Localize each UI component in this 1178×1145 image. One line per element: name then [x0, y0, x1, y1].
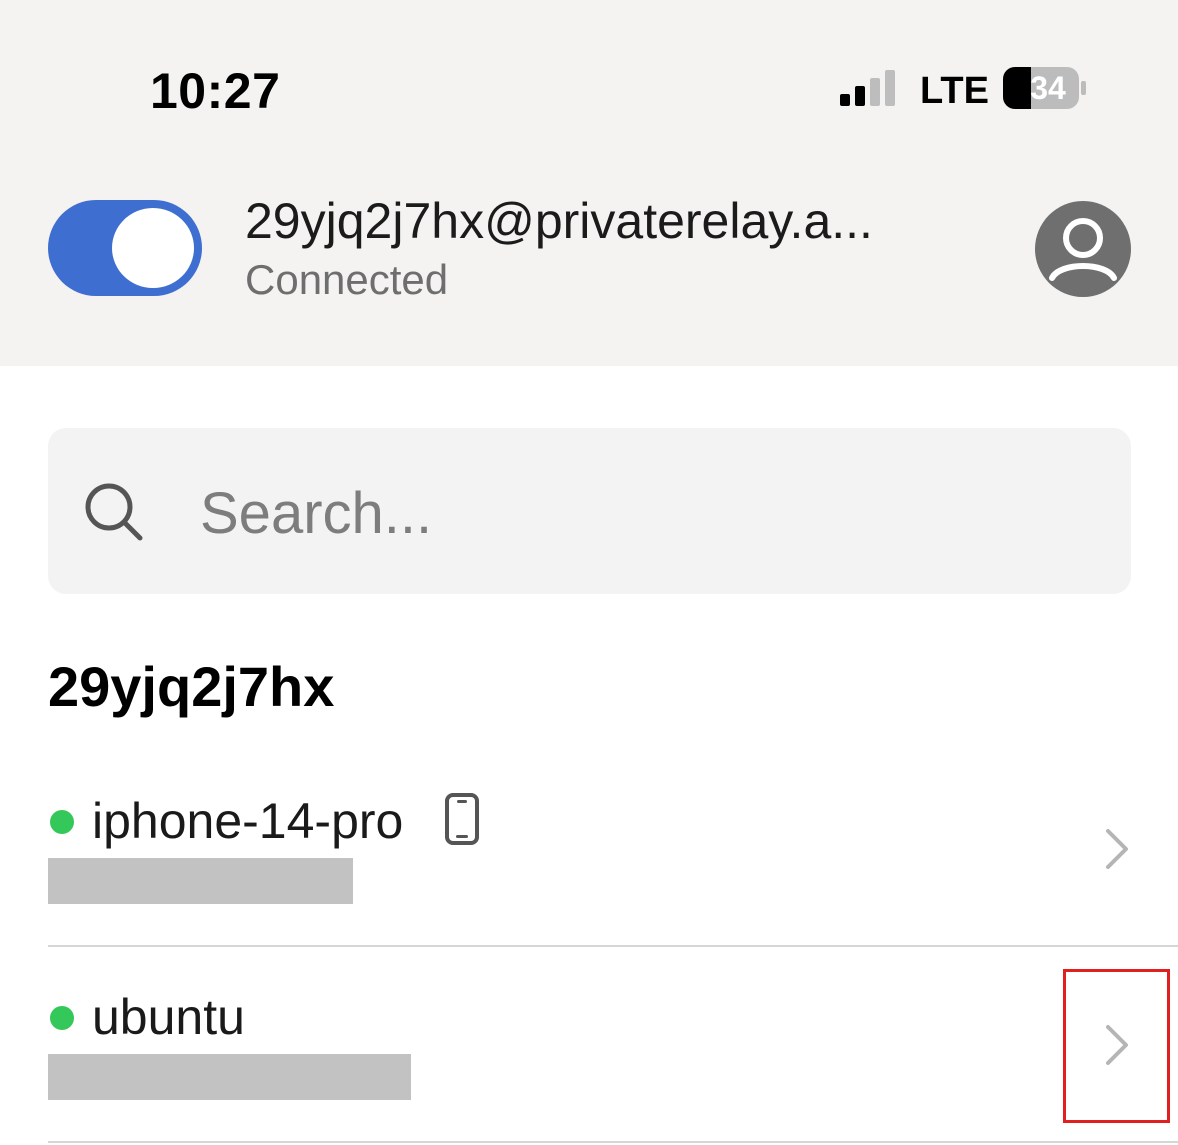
toggle-knob	[112, 208, 194, 288]
row-divider	[48, 945, 1178, 947]
online-status-dot	[50, 810, 74, 834]
tailnet-title: 29yjq2j7hx	[48, 655, 335, 718]
battery-level: 34	[1030, 70, 1066, 106]
search-icon	[85, 483, 143, 541]
vpn-toggle[interactable]	[48, 200, 202, 296]
signal-icon	[840, 70, 895, 106]
device-name: iphone-14-pro	[92, 793, 404, 849]
phone-icon	[445, 793, 479, 845]
search-input[interactable]	[200, 470, 1080, 556]
device-ip-address	[48, 1054, 411, 1100]
account-email: 29yjq2j7hx@privaterelay.a...	[245, 193, 873, 249]
online-status-dot	[50, 1006, 74, 1030]
chevron-right-icon[interactable]	[1102, 827, 1132, 871]
connection-status: Connected	[245, 256, 449, 303]
device-ip-address	[48, 858, 353, 904]
tailscale-screen: 10:27 LTE 34 29yjq2j7hx@privaterelay.a..…	[0, 0, 1178, 1145]
device-row-iphone[interactable]: iphone-14-pro	[48, 752, 1178, 948]
device-row-ubuntu[interactable]: ubuntu	[48, 948, 1178, 1144]
header: 10:27 LTE 34 29yjq2j7hx@privaterelay.a..…	[0, 0, 1178, 366]
row-divider	[48, 1141, 1178, 1143]
device-name: ubuntu	[92, 989, 245, 1045]
profile-avatar-icon[interactable]	[1034, 200, 1132, 298]
network-type: LTE	[920, 70, 989, 112]
highlight-box	[1063, 969, 1170, 1123]
status-time: 10:27	[150, 63, 281, 119]
